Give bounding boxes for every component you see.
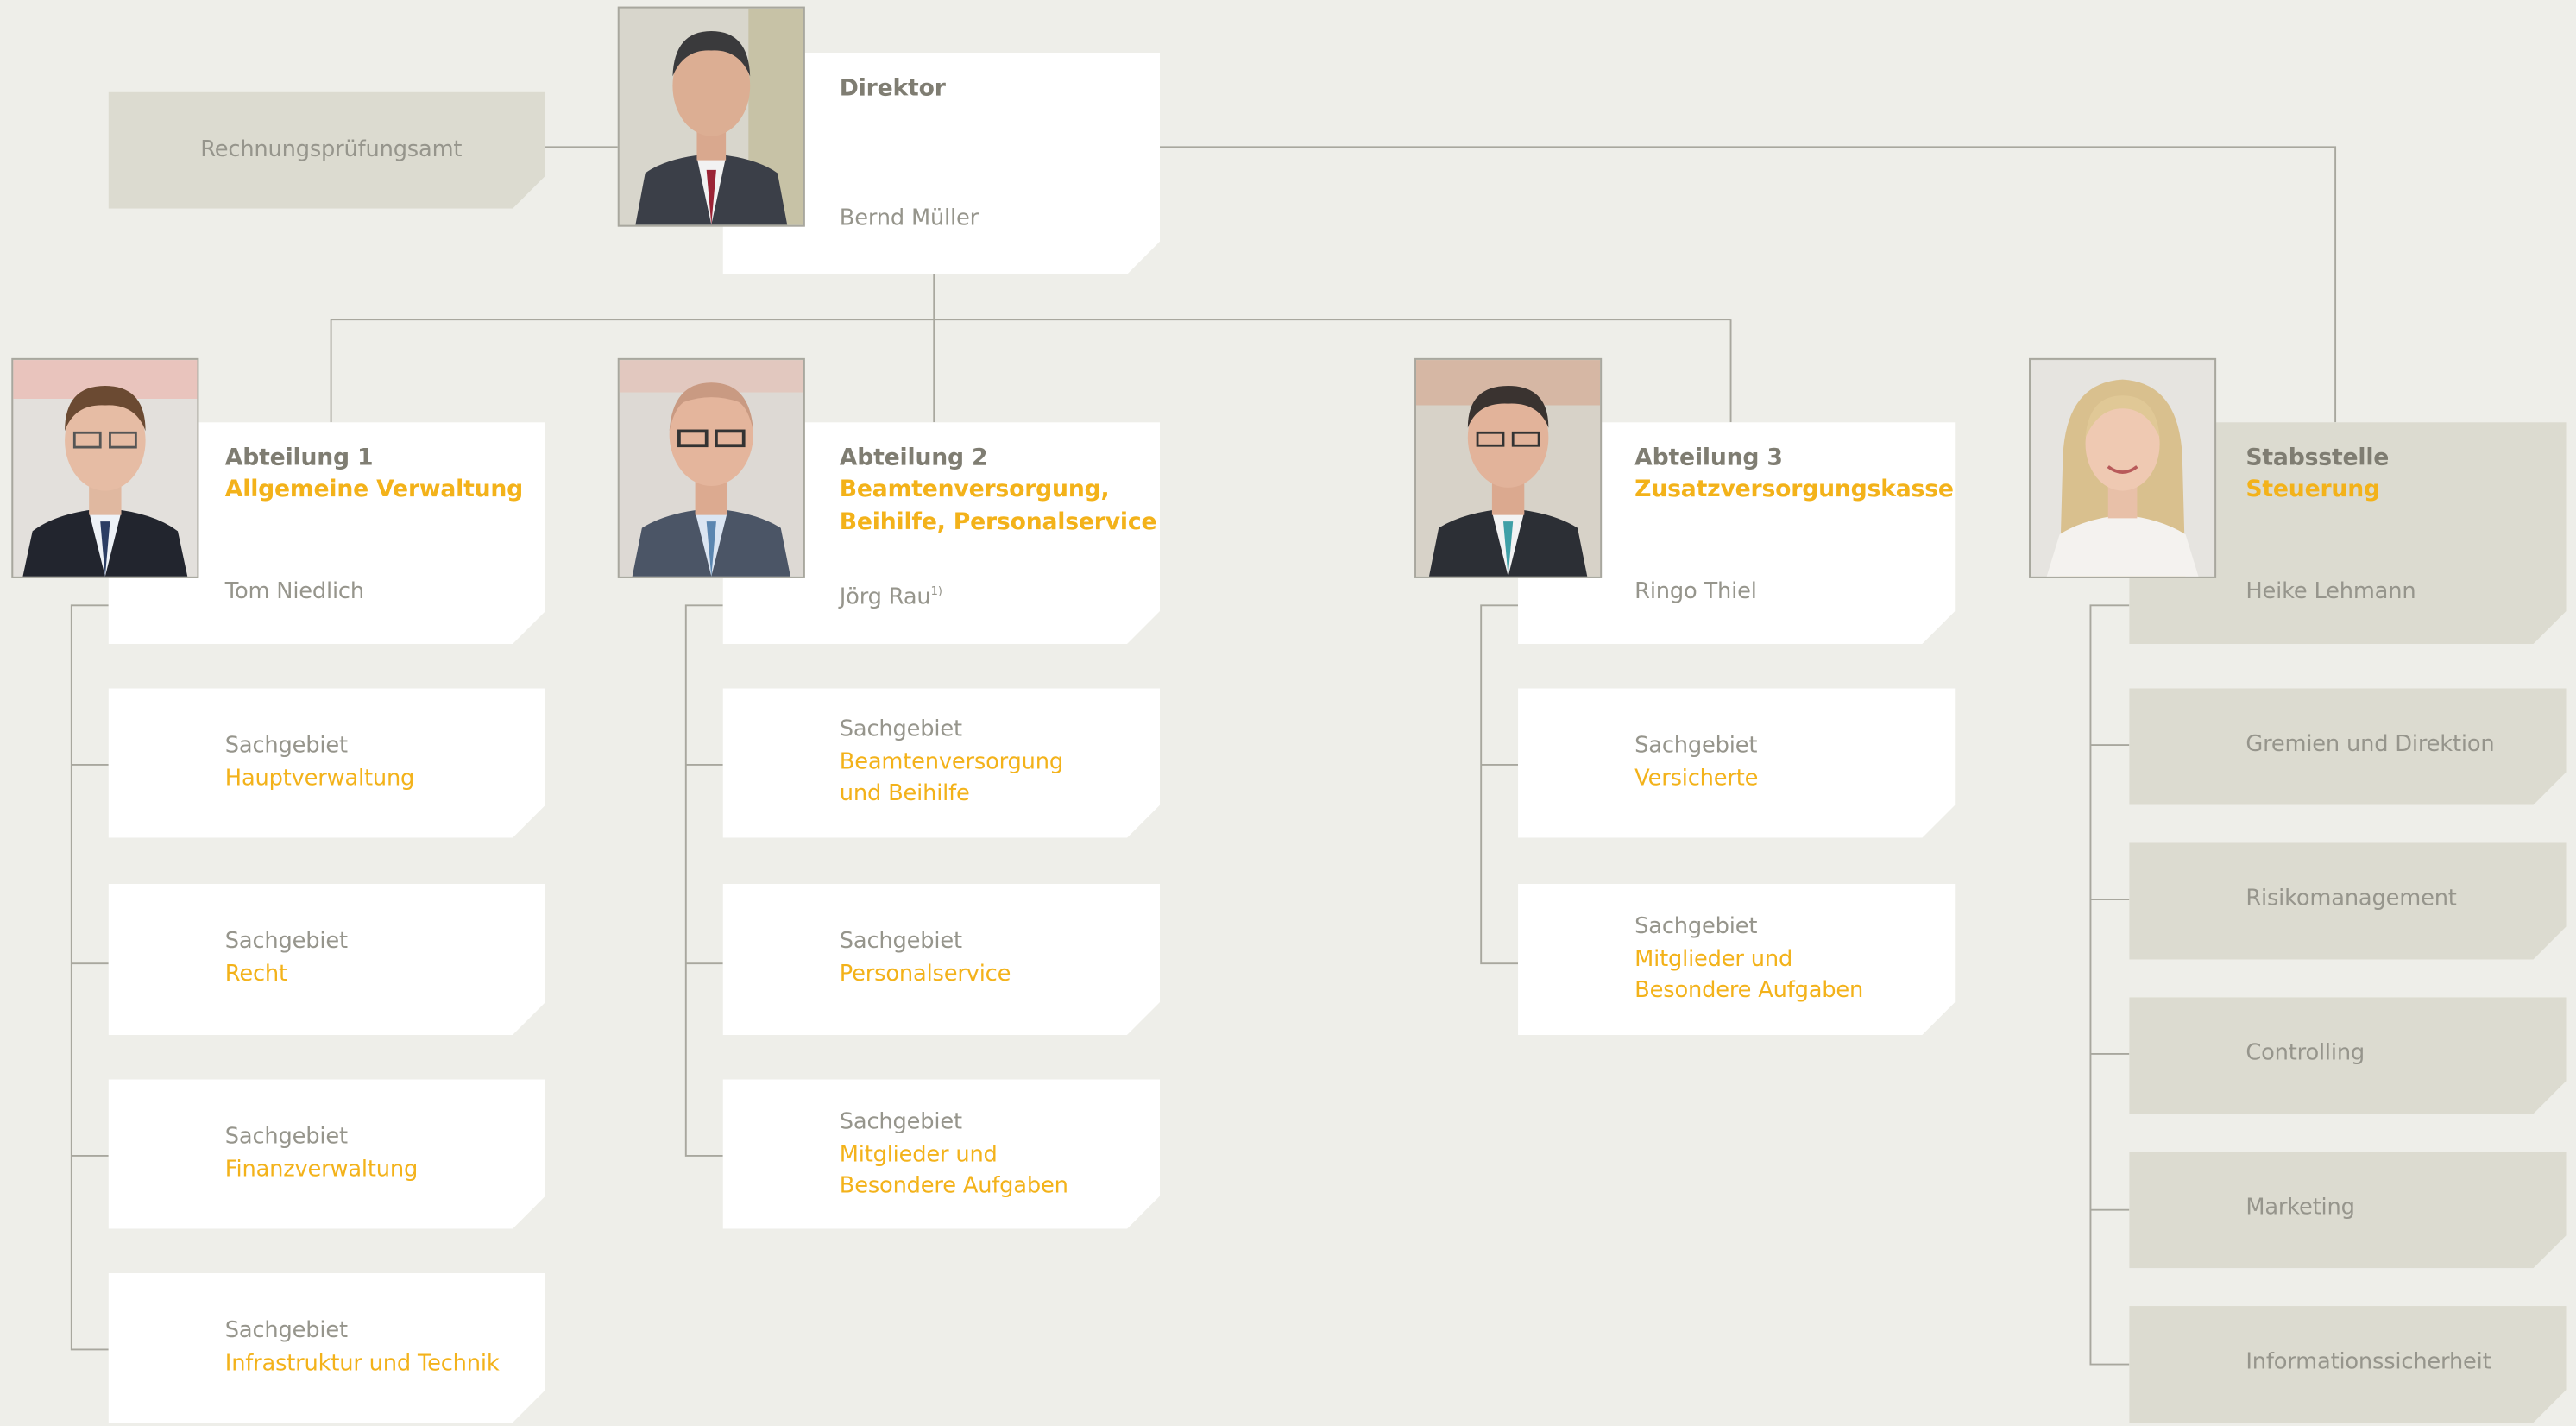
director-title: Direktor (839, 75, 946, 102)
staff-unit-subtitle: Steuerung (2245, 476, 2380, 503)
staff-unit-head-photo (2029, 357, 2217, 578)
department-2-head-photo (617, 357, 805, 578)
section-name: Finanzverwaltung (224, 1155, 419, 1183)
director-name: Bernd Müller (839, 205, 979, 232)
section-name: Hauptverwaltung (224, 764, 415, 792)
staff-unit-2: Risikomanagement (2129, 842, 2566, 959)
section-label: Sachgebiet (839, 1108, 962, 1136)
director-photo (617, 6, 805, 227)
dept-2-section-1: Sachgebiet Beamtenversorgung und Beihilf… (723, 688, 1160, 837)
staff-unit-5: Informationssicherheit (2129, 1306, 2566, 1423)
section-name-line-1: Mitglieder und (839, 1140, 998, 1168)
section-name-line-2: Besondere Aufgaben (1634, 977, 1864, 1004)
section-label: Sachgebiet (839, 928, 962, 955)
section-label: Sachgebiet (224, 732, 348, 760)
department-3-title: Abteilung 3 (1634, 445, 1783, 472)
section-label: Sachgebiet (1634, 913, 1758, 940)
section-name: Infrastruktur und Technik (224, 1349, 500, 1376)
section-label: Sachgebiet (224, 1123, 348, 1151)
staff-unit-label: Controlling (2245, 1039, 2365, 1067)
section-label: Sachgebiet (224, 1317, 348, 1344)
department-3-head-photo (1414, 357, 1603, 578)
dept-2-section-2: Sachgebiet Personalservice (723, 884, 1160, 1035)
department-3-subtitle: Zusatzversorgungskasse (1634, 476, 1954, 503)
dept-1-section-1: Sachgebiet Hauptverwaltung (109, 688, 545, 837)
section-label: Sachgebiet (1634, 732, 1758, 760)
section-name: Versicherte (1634, 764, 1759, 792)
section-label: Sachgebiet (224, 928, 348, 955)
department-1-head-name: Tom Niedlich (224, 577, 364, 605)
staff-unit-label: Informationssicherheit (2245, 1348, 2491, 1375)
staff-unit-label: Risikomanagement (2245, 885, 2457, 912)
department-2-footnote-mark: 1) (930, 584, 942, 598)
staff-unit-label: Gremien und Direktion (2245, 730, 2495, 758)
section-name: Personalservice (839, 960, 1011, 987)
department-1-title: Abteilung 1 (224, 445, 374, 472)
department-2-head-name-text: Jörg Rau (839, 584, 931, 611)
staff-unit-1: Gremien und Direktion (2129, 688, 2566, 804)
department-2-title: Abteilung 2 (839, 445, 988, 472)
audit-office-label: Rechnungsprüfungsamt (200, 136, 463, 163)
org-chart: Rechnungsprüfungsamt Direktor Bernd Müll… (0, 0, 2576, 1426)
department-2-subtitle-line-1: Beamtenversorgung, (839, 476, 1110, 503)
staff-unit-head-name: Heike Lehmann (2245, 577, 2416, 605)
section-name-line-2: Besondere Aufgaben (839, 1172, 1068, 1200)
staff-unit-4: Marketing (2129, 1152, 2566, 1268)
dept-3-section-2: Sachgebiet Mitglieder und Besondere Aufg… (1518, 884, 1955, 1035)
dept-1-section-3: Sachgebiet Finanzverwaltung (109, 1079, 545, 1228)
section-name: Recht (224, 960, 287, 987)
dept-2-section-3: Sachgebiet Mitglieder und Besondere Aufg… (723, 1079, 1160, 1228)
staff-unit-title: Stabsstelle (2245, 445, 2390, 472)
section-name-line-1: Beamtenversorgung (839, 748, 1063, 775)
staff-unit-label: Marketing (2245, 1194, 2355, 1221)
section-name-line-1: Mitglieder und (1634, 945, 1793, 972)
staff-unit-3: Controlling (2129, 997, 2566, 1114)
department-2-head-name: Jörg Rau1) (840, 577, 942, 615)
department-2-subtitle-line-2: Beihilfe, Personalservice (839, 508, 1157, 535)
audit-office-box: Rechnungsprüfungsamt (109, 92, 545, 209)
dept-3-section-1: Sachgebiet Versicherte (1518, 688, 1955, 837)
section-name-line-2: und Beihilfe (839, 780, 970, 807)
department-3-head-name: Ringo Thiel (1634, 577, 1757, 605)
dept-1-section-2: Sachgebiet Recht (109, 884, 545, 1035)
section-label: Sachgebiet (839, 716, 962, 743)
department-1-subtitle: Allgemeine Verwaltung (224, 476, 524, 503)
department-1-head-photo (11, 357, 199, 578)
dept-1-section-4: Sachgebiet Infrastruktur und Technik (109, 1273, 545, 1423)
